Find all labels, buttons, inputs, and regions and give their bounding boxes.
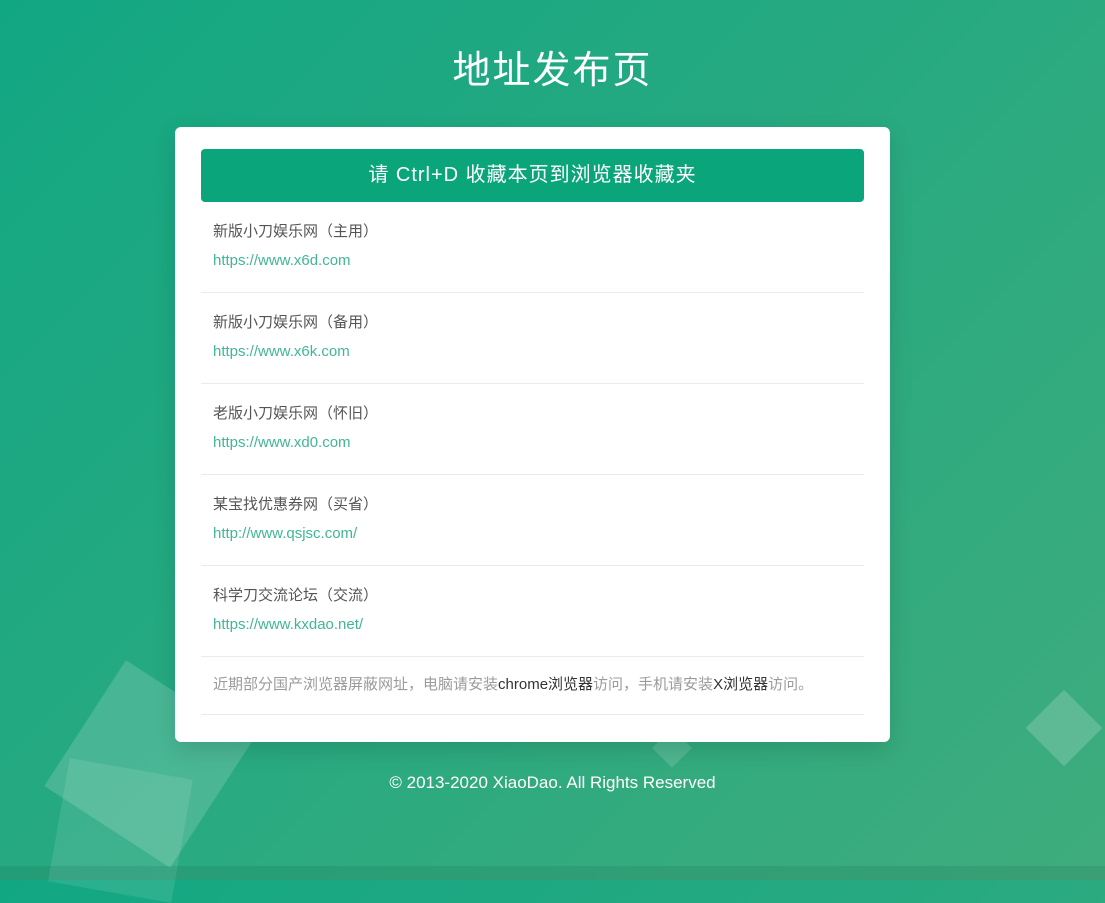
- page-content: 地址发布页 请 Ctrl+D 收藏本页到浏览器收藏夹 新版小刀娱乐网（主用） h…: [0, 0, 1105, 793]
- site-link[interactable]: http://www.qsjsc.com/: [213, 526, 357, 541]
- site-name: 新版小刀娱乐网（备用）: [213, 315, 852, 330]
- notice-text: 访问，手机请安装: [593, 676, 713, 693]
- notice-text: 近期部分国产浏览器屏蔽网址，电脑请安装: [213, 676, 498, 693]
- site-item: 老版小刀娱乐网（怀旧） https://www.xd0.com: [201, 384, 864, 475]
- site-item: 新版小刀娱乐网（主用） https://www.x6d.com: [201, 202, 864, 293]
- site-link[interactable]: https://www.x6k.com: [213, 344, 350, 359]
- page-title: 地址发布页: [0, 0, 1105, 97]
- site-name: 科学刀交流论坛（交流）: [213, 588, 852, 603]
- site-item: 新版小刀娱乐网（备用） https://www.x6k.com: [201, 293, 864, 384]
- site-name: 新版小刀娱乐网（主用）: [213, 224, 852, 239]
- address-publish-page: { "page": { "title": "地址发布页", "banner": …: [0, 0, 1105, 880]
- site-link[interactable]: https://www.kxdao.net/: [213, 617, 363, 632]
- site-name: 老版小刀娱乐网（怀旧）: [213, 406, 852, 421]
- bookmark-banner: 请 Ctrl+D 收藏本页到浏览器收藏夹: [201, 149, 864, 202]
- notice-highlight-chrome: chrome浏览器: [498, 676, 593, 693]
- bottom-shade-strip: [0, 866, 1105, 880]
- copyright-footer: © 2013-2020 XiaoDao. All Rights Reserved: [0, 773, 1105, 793]
- site-item: 科学刀交流论坛（交流） https://www.kxdao.net/: [201, 566, 864, 657]
- site-item: 某宝找优惠券网（买省） http://www.qsjsc.com/: [201, 475, 864, 566]
- site-link[interactable]: https://www.x6d.com: [213, 253, 351, 268]
- site-name: 某宝找优惠券网（买省）: [213, 497, 852, 512]
- notice-highlight-xbrowser: X浏览器: [713, 676, 768, 693]
- browser-notice: 近期部分国产浏览器屏蔽网址，电脑请安装chrome浏览器访问，手机请安装X浏览器…: [201, 657, 864, 715]
- links-card: 请 Ctrl+D 收藏本页到浏览器收藏夹 新版小刀娱乐网（主用） https:/…: [175, 127, 890, 742]
- site-link[interactable]: https://www.xd0.com: [213, 435, 351, 450]
- notice-text: 访问。: [768, 676, 813, 693]
